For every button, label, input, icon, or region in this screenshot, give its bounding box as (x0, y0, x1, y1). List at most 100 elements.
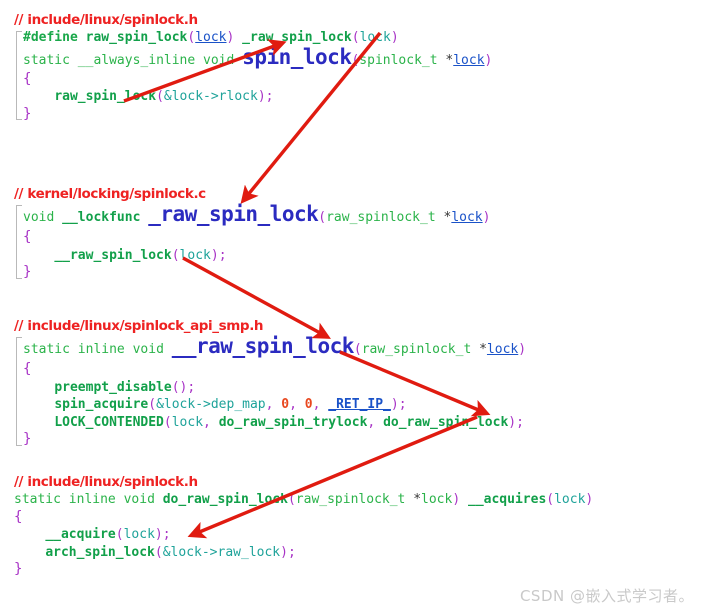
token-paren: ) (280, 544, 288, 560)
token-inline: inline (77, 342, 125, 357)
code-body: static inline void do_raw_spin_lock(raw_… (14, 491, 593, 579)
code-line: } (14, 561, 593, 579)
token-paren: ) (518, 342, 527, 357)
token-paren: ( (154, 544, 163, 560)
token-paren: ( (148, 397, 157, 412)
token-inline: inline (68, 492, 116, 507)
code-fold-rail[interactable] (16, 205, 22, 279)
token-void: void (23, 210, 55, 225)
code-fold-rail[interactable] (16, 337, 22, 446)
token-call-raw-spin-lock: raw_spin_lock (54, 89, 157, 104)
token-paren: ) (154, 527, 163, 542)
code-body: static inline void __raw_spin_lock(raw_s… (14, 335, 526, 449)
token-call-arch-spin-lock: arch_spin_lock (45, 544, 155, 560)
token-expansion: _raw_spin_lock (242, 30, 352, 45)
code-line: { (23, 229, 490, 247)
token-function-name-_raw-spin-lock: _raw_spin_lock (148, 202, 319, 226)
code-block-spinlock-h-spin-lock: // include/linux/spinlock.h #define raw_… (14, 12, 492, 123)
token-function-name-__raw-spin-lock: __raw_spin_lock (171, 334, 355, 358)
token-number: 0 (281, 397, 290, 412)
token-brace: } (23, 105, 32, 122)
token-paren: ( (546, 492, 555, 507)
token-arg: lock (554, 492, 586, 507)
token-member: lock->dep_map (163, 397, 266, 412)
token-paren: ) (508, 414, 517, 430)
code-line: static inline void __raw_spin_lock(raw_s… (23, 335, 526, 361)
token-paren: ) (482, 210, 491, 225)
code-line: spin_acquire(&lock->dep_map, 0, 0, _RET_… (23, 396, 526, 414)
token-void: void (203, 52, 235, 68)
token-paren: ) (390, 30, 399, 45)
token-function-name-do-raw-spin-lock: do_raw_spin_lock (162, 492, 288, 507)
code-line: { (23, 71, 492, 89)
token-comma: , (265, 397, 282, 412)
token-brace: } (14, 561, 23, 577)
token-brace: { (14, 508, 23, 525)
code-line: } (23, 106, 492, 124)
token-static: static (14, 492, 61, 507)
code-line: raw_spin_lock(&lock->rlock); (23, 88, 492, 106)
token-brace: } (23, 431, 32, 447)
code-flow-diagram: // include/linux/spinlock.h #define raw_… (0, 0, 706, 616)
code-block-spinlock-c-raw-spin-lock: // kernel/locking/spinlock.c void __lock… (14, 186, 490, 282)
token-arg-do-raw-spin-trylock: do_raw_spin_trylock (218, 414, 368, 430)
code-block-spinlock-api-smp-h: // include/linux/spinlock_api_smp.h stat… (14, 318, 526, 449)
token-comma: , (312, 397, 329, 412)
token-semicolon: ; (265, 89, 274, 104)
token-define: #define (23, 30, 78, 45)
token-amp: & (162, 544, 171, 560)
token-paren: ( (351, 30, 360, 45)
token-semicolon: ; (218, 247, 227, 263)
token-static: static (23, 52, 70, 68)
token-param: lock (451, 210, 483, 225)
token-arg: lock (179, 247, 211, 263)
token-type: raw_spinlock_t (295, 492, 406, 507)
token-arg: lock (123, 527, 155, 542)
token-void: void (132, 342, 164, 357)
token-call-spin-acquire: spin_acquire (54, 397, 149, 412)
token-comma: , (203, 414, 219, 430)
token-arg: lock (359, 30, 391, 45)
code-line: { (14, 509, 593, 527)
token-member: lock->rlock (171, 89, 258, 104)
code-line: preempt_disable(); (23, 379, 526, 397)
watermark-csdn: CSDN @嵌入式学习者。 (519, 587, 694, 605)
token-paren: ) (390, 397, 399, 412)
comment-include-linux-spinlock-h: // include/linux/spinlock.h (14, 12, 198, 28)
token-star: * (479, 342, 487, 357)
token-paren: ( (171, 379, 180, 395)
token-macro-ret-ip: _RET_IP_ (328, 397, 391, 412)
token-void: void (123, 492, 155, 507)
token-param: lock (453, 52, 485, 68)
token-arg: lock (171, 414, 204, 430)
token-function-name-spin-lock: spin_lock (242, 44, 352, 69)
token-amp: & (156, 397, 164, 412)
code-line: { (23, 361, 526, 379)
token-type: spinlock_t (359, 52, 438, 68)
code-line: } (23, 431, 526, 449)
token-brace: } (23, 264, 32, 280)
comment-include-linux-spinlock-api-smp-h: // include/linux/spinlock_api_smp.h (14, 318, 264, 334)
code-line: arch_spin_lock(&lock->raw_lock); (14, 544, 593, 562)
token-paren: ( (156, 89, 164, 104)
token-call-preempt-disable: preempt_disable (54, 379, 172, 395)
token-lockfunc: __lockfunc (62, 210, 141, 225)
token-paren: ( (318, 210, 327, 225)
token-acquires: __acquires (468, 492, 547, 507)
token-call-__raw-spin-lock: __raw_spin_lock (54, 247, 172, 263)
code-block-spinlock-h-do-raw-spin-lock: // include/linux/spinlock.h static inlin… (14, 474, 593, 579)
comment-include-linux-spinlock-h-2: // include/linux/spinlock.h (14, 474, 198, 490)
code-line: void __lockfunc _raw_spin_lock(raw_spinl… (23, 203, 490, 229)
code-line: } (23, 264, 490, 282)
token-paren: ( (287, 492, 296, 507)
token-paren: ) (484, 52, 493, 68)
code-line: static __always_inline void spin_lock(sp… (23, 44, 493, 71)
code-fold-rail[interactable] (16, 31, 22, 120)
token-brace: { (23, 70, 32, 87)
code-line: LOCK_CONTENDED(lock, do_raw_spin_trylock… (23, 414, 526, 432)
token-brace: { (23, 229, 32, 245)
token-comma: , (289, 397, 305, 412)
token-number: 0 (304, 397, 313, 412)
token-semicolon: ; (187, 379, 196, 395)
code-line: static inline void do_raw_spin_lock(raw_… (14, 491, 593, 509)
